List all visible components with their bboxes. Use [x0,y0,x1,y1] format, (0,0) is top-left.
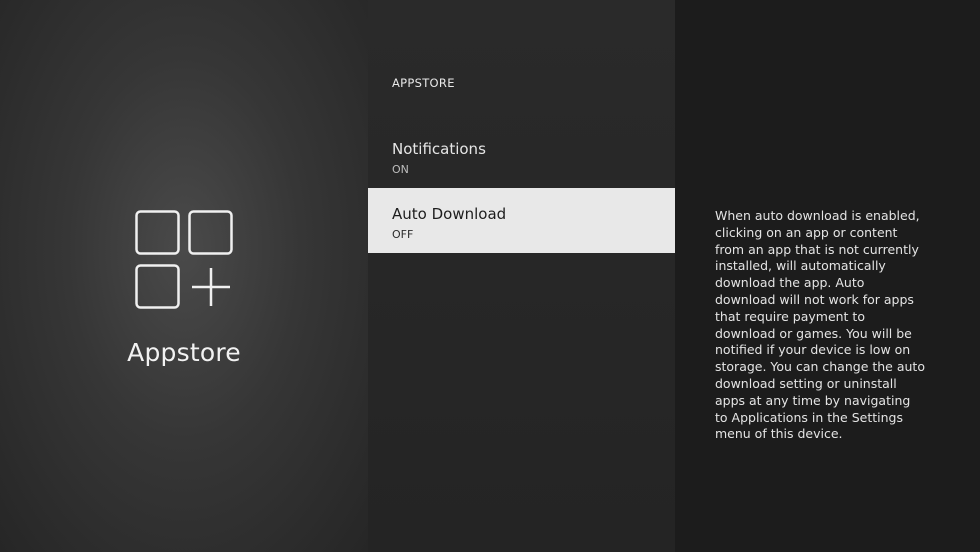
menu-item-value: ON [392,163,409,176]
setting-description: When auto download is enabled, clicking … [715,208,925,442]
appstore-grid-plus-icon [135,210,233,309]
menu-item-label: Auto Download [392,205,507,223]
menu-item-auto-download[interactable]: Auto Download OFF [368,188,675,253]
menu-item-notifications[interactable]: Notifications ON [368,130,675,196]
section-header: APPSTORE [392,76,455,90]
description-panel: When auto download is enabled, clicking … [675,0,980,552]
menu-item-value: OFF [392,228,414,241]
app-info-panel: Appstore [0,0,368,552]
settings-screen: Appstore APPSTORE Notifications ON Auto … [0,0,980,552]
menu-item-label: Notifications [392,140,486,158]
settings-menu-panel: APPSTORE Notifications ON Auto Download … [368,0,675,552]
app-title: Appstore [127,338,241,367]
